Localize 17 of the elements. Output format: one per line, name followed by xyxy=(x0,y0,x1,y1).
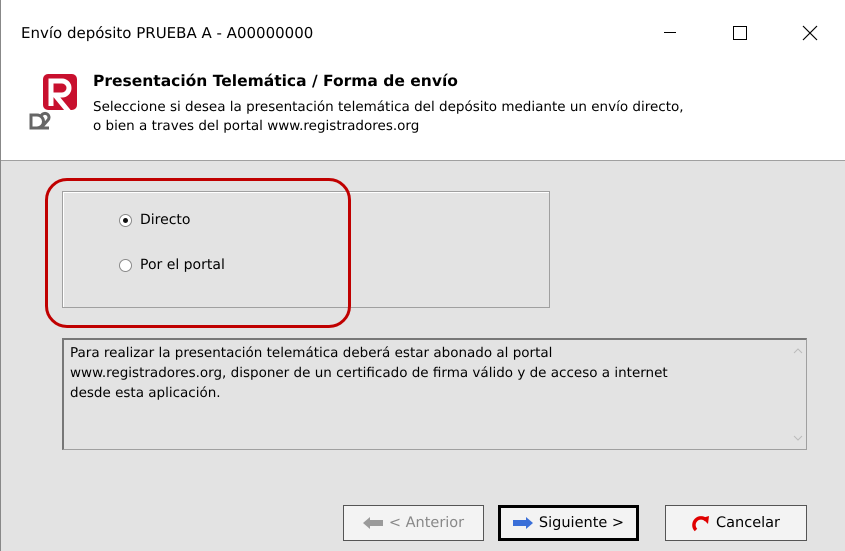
scroll-down-icon[interactable] xyxy=(792,435,802,441)
radio-option[interactable]: Directo xyxy=(119,212,549,228)
minimize-icon xyxy=(664,32,676,34)
right-arrow-icon xyxy=(512,517,533,529)
scroll-up-icon[interactable] xyxy=(792,348,802,354)
left-arrow-icon xyxy=(362,517,383,529)
cancel-button[interactable]: Cancelar xyxy=(665,505,807,541)
close-icon xyxy=(802,25,818,41)
maximize-icon xyxy=(733,26,747,40)
info-text: Para realizar la presentación telemática deberá estar abonado al portal www.registradores.org, disponer de un certificado de firma válido y de acceso a internet desde esta aplicación. xyxy=(69,344,669,403)
header-title: Presentación Telemática / Forma de envío xyxy=(93,72,459,90)
logo-icon xyxy=(29,72,79,130)
window-title: Envío depósito PRUEBA A - A00000000 xyxy=(21,24,314,42)
curved-arrow-icon xyxy=(692,514,710,532)
radio-option[interactable]: Por el portal xyxy=(119,257,549,273)
header-description: Seleccione si desea la presentación telemática del depósito mediante un envío directo, o bien a traves del portal www.registradores.org xyxy=(93,98,684,136)
next-button[interactable]: Siguiente > xyxy=(498,505,639,541)
